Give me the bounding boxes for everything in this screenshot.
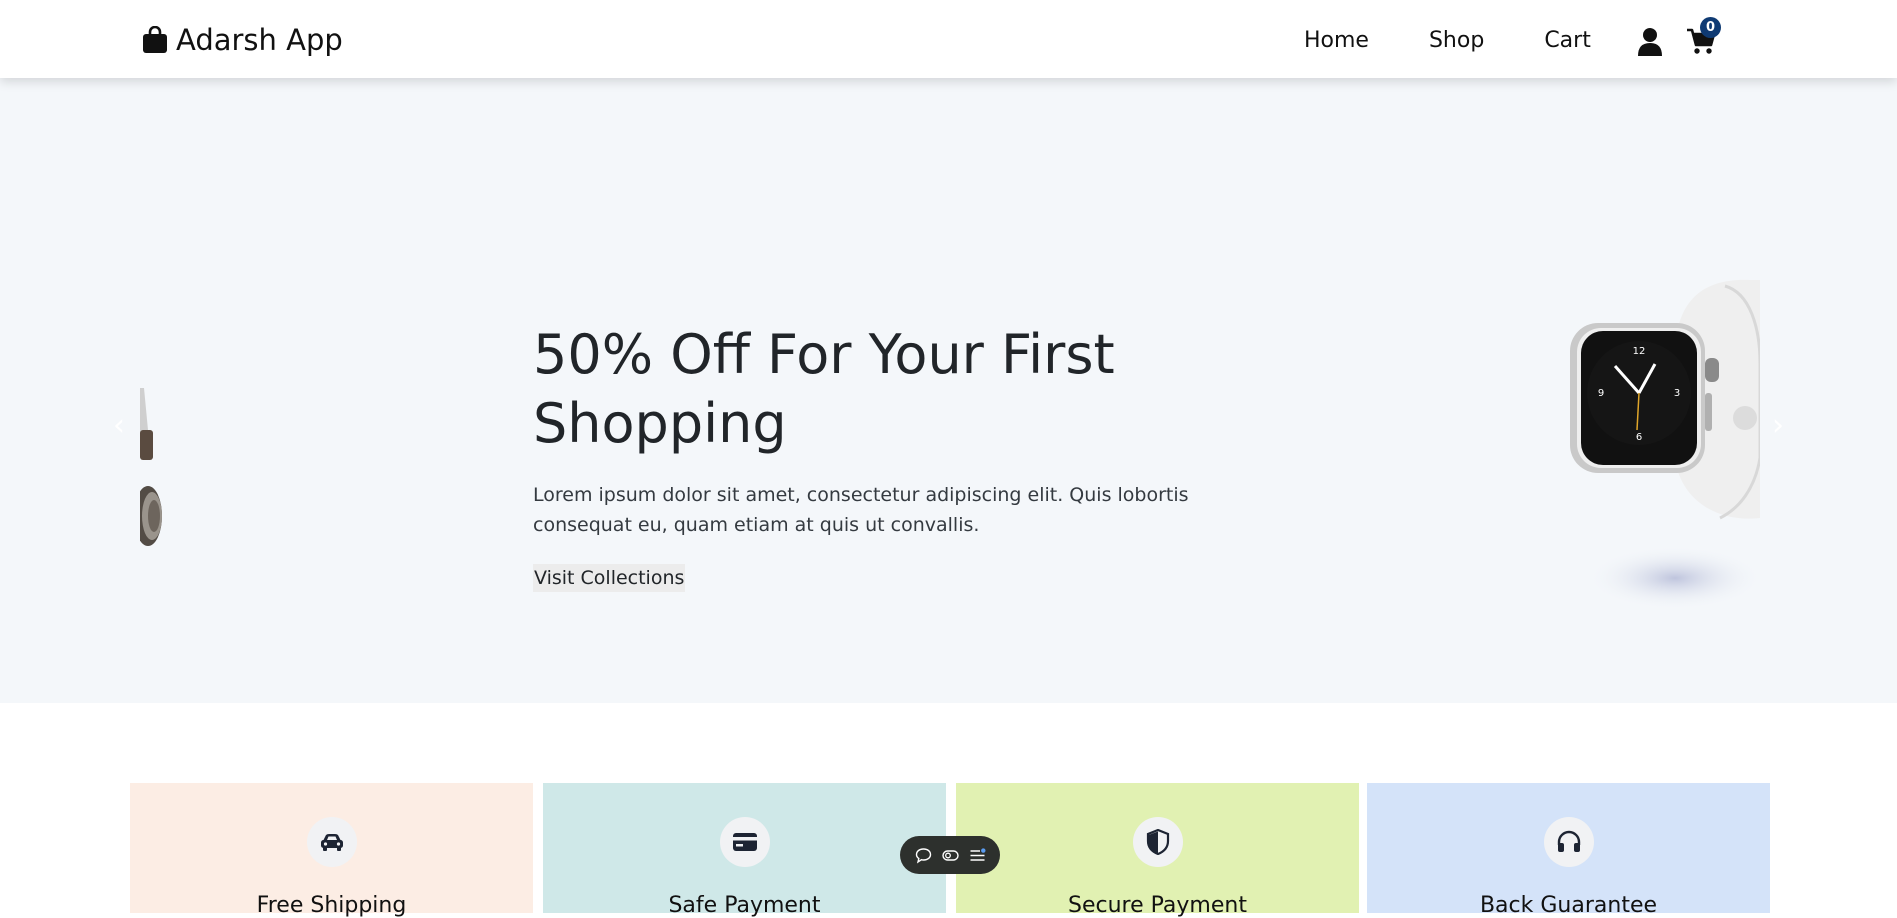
hero-carousel: ‹ 50% Off For Your First Shopping Lorem … (0, 78, 1897, 703)
feature-card-secure-payment: Secure Payment (956, 783, 1359, 918)
headphones-icon (1543, 817, 1594, 867)
floating-toolbar (900, 836, 1000, 874)
feature-title: Free Shipping (256, 893, 407, 918)
previous-slide-headphones-image (140, 388, 162, 546)
user-icon[interactable] (1638, 27, 1662, 56)
features-section: Free Shipping Safe Payment Secure Paymen… (0, 703, 1897, 918)
hero-description: Lorem ipsum dolor sit amet, consectetur … (533, 484, 1189, 536)
feature-card-safe-payment: Safe Payment (543, 783, 946, 918)
feature-card-free-shipping: Free Shipping (130, 783, 533, 918)
credit-card-icon (719, 817, 770, 867)
nav-link-shop[interactable]: Shop (1429, 28, 1484, 53)
smartwatch-image: 12 3 6 9 (1570, 279, 1760, 608)
feature-title: Safe Payment (668, 893, 821, 918)
nav-links: Home Shop Cart (1304, 28, 1591, 53)
svg-text:6: 6 (1636, 432, 1642, 443)
svg-text:3: 3 (1674, 388, 1680, 399)
toggle-icon[interactable] (940, 845, 960, 865)
car-icon (306, 817, 357, 867)
carousel-prev-arrow[interactable]: ‹ (106, 411, 132, 441)
feature-card-back-guarantee: Back Guarantee (1367, 783, 1770, 918)
brand-name: Adarsh App (176, 23, 343, 57)
feature-title: Secure Payment (1068, 893, 1247, 918)
navbar: Adarsh App Home Shop Cart 0 (0, 0, 1897, 78)
feature-title: Back Guarantee (1479, 893, 1658, 918)
list-icon[interactable] (967, 845, 987, 865)
shield-icon (1132, 817, 1183, 867)
nav-link-home[interactable]: Home (1304, 28, 1369, 53)
svg-text:9: 9 (1598, 388, 1604, 399)
cart-count-badge: 0 (1700, 17, 1721, 38)
visit-collections-button[interactable]: Visit Collections (533, 564, 686, 592)
nav-link-cart[interactable]: Cart (1544, 28, 1591, 53)
comment-icon[interactable] (913, 845, 933, 865)
svg-text:12: 12 (1633, 346, 1646, 357)
hero-title: 50% Off For Your First Shopping (533, 323, 1115, 455)
shopping-bag-icon (142, 26, 168, 54)
brand-link[interactable]: Adarsh App (142, 22, 343, 58)
carousel-next-arrow[interactable]: › (1765, 411, 1791, 441)
